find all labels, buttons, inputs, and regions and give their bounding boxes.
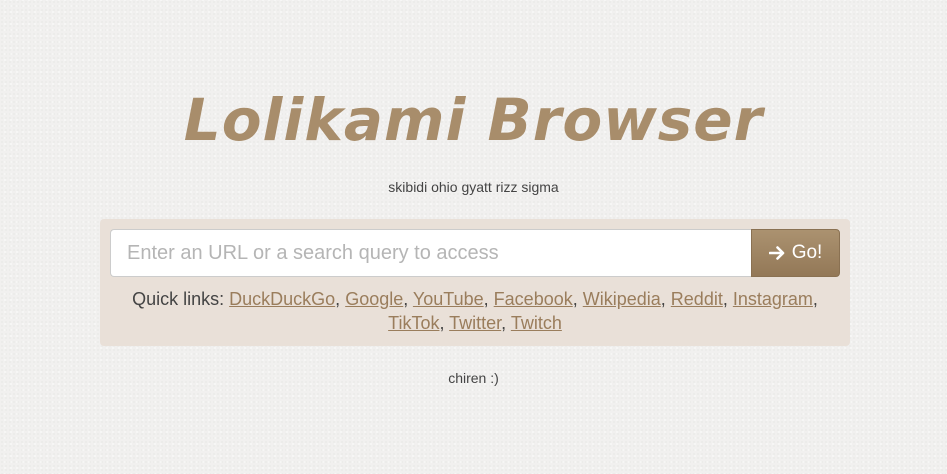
footer-text: chiren :) <box>448 370 499 386</box>
quick-links: Quick links: DuckDuckGo, Google, YouTube… <box>132 289 818 333</box>
quick-link-twitch[interactable]: Twitch <box>511 313 562 333</box>
quick-link-wikipedia[interactable]: Wikipedia <box>583 289 661 309</box>
search-input[interactable] <box>110 229 752 277</box>
page-subtitle: skibidi ohio gyatt rizz sigma <box>388 179 559 195</box>
quick-link-youtube[interactable]: YouTube <box>413 289 484 309</box>
quick-link-tiktok[interactable]: TikTok <box>388 313 439 333</box>
quick-link-facebook[interactable]: Facebook <box>494 289 573 309</box>
quick-link-instagram[interactable]: Instagram <box>733 289 813 309</box>
quick-links-label: Quick links: <box>132 289 225 309</box>
page-title: Lolikami Browser <box>183 86 764 154</box>
go-button[interactable]: Go! <box>751 229 840 277</box>
quick-link-reddit[interactable]: Reddit <box>671 289 723 309</box>
quick-link-google[interactable]: Google <box>345 289 403 309</box>
quick-link-twitter[interactable]: Twitter <box>449 313 501 333</box>
search-panel: Go! Quick links: DuckDuckGo, Google, You… <box>100 219 850 346</box>
quick-link-duckduckgo[interactable]: DuckDuckGo <box>229 289 335 309</box>
arrow-right-icon <box>768 245 786 261</box>
go-button-label: Go! <box>791 242 823 263</box>
